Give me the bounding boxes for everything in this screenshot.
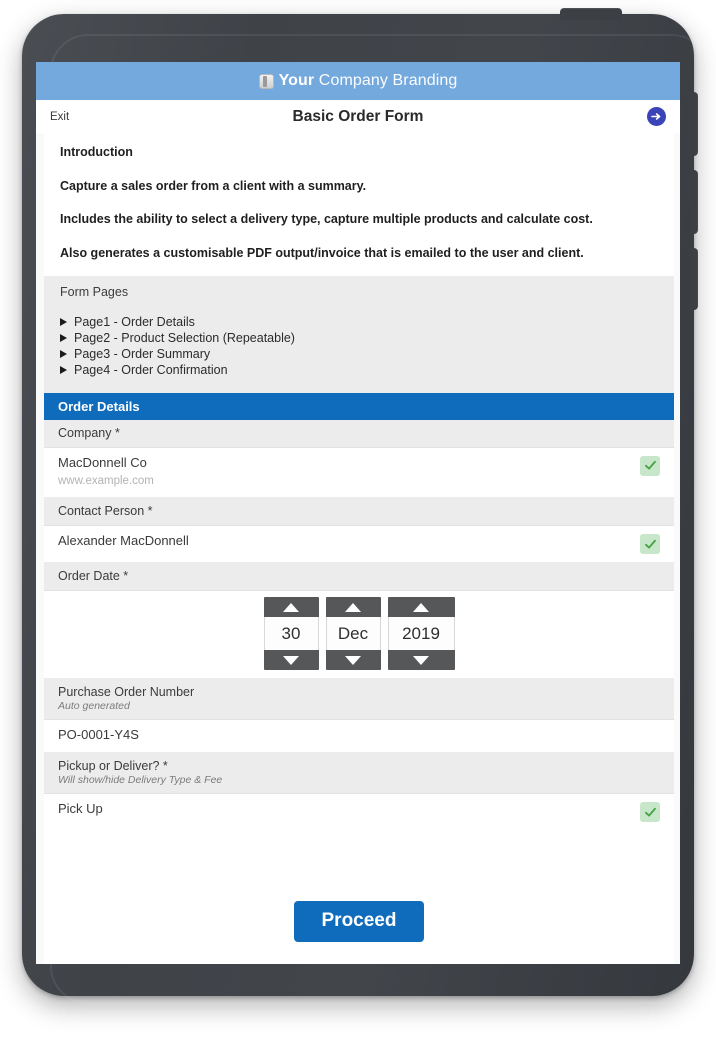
label-purchase-order-number-text: Purchase Order Number xyxy=(58,685,195,700)
form-pages-panel: Form Pages Page1 - Order Details Page2 -… xyxy=(44,275,674,393)
day-value[interactable]: 30 xyxy=(263,617,319,651)
section-header-order-details: Order Details xyxy=(44,392,674,420)
day-increment-button[interactable] xyxy=(263,597,319,618)
label-pickup-or-deliver: Pickup or Deliver? * Will show/hide Deli… xyxy=(44,753,674,795)
check-icon xyxy=(640,534,660,555)
field-pickup-value: Pick Up xyxy=(58,801,103,817)
field-contact-person[interactable]: Alexander MacDonnell xyxy=(44,526,674,564)
field-purchase-order-number[interactable]: PO-0001-Y4S xyxy=(44,720,674,754)
check-icon xyxy=(640,455,660,476)
book-logo-icon xyxy=(258,73,274,89)
form-sheet: Introduction Capture a sales order from … xyxy=(44,133,674,964)
triangle-down-icon xyxy=(345,655,361,665)
triangle-right-icon xyxy=(60,365,67,374)
power-button[interactable] xyxy=(560,8,622,20)
triangle-up-icon xyxy=(283,602,299,612)
intro-line-2: Includes the ability to select a deliver… xyxy=(60,212,593,227)
field-pickup-texts: Pick Up xyxy=(58,801,632,818)
exit-button[interactable]: Exit xyxy=(50,111,69,123)
introduction-block: Introduction Capture a sales order from … xyxy=(44,133,674,276)
proceed-button-area: Proceed xyxy=(44,889,674,943)
form-page-item-4[interactable]: Page4 - Order Confirmation xyxy=(60,363,658,377)
triangle-right-icon xyxy=(60,317,67,326)
form-page-label-2: Page2 - Product Selection (Repeatable) xyxy=(74,330,295,345)
year-stepper: 2019 xyxy=(387,597,455,671)
brand-light-text: Company Branding xyxy=(314,72,458,89)
month-stepper: Dec xyxy=(325,597,381,671)
field-company[interactable]: MacDonnell Co www.example.com xyxy=(44,447,674,499)
label-order-date: Order Date * xyxy=(44,563,674,592)
label-pickup-or-deliver-text: Pickup or Deliver? * xyxy=(58,759,168,774)
label-purchase-order-number: Purchase Order Number Auto generated xyxy=(44,679,674,721)
field-contact-person-texts: Alexander MacDonnell xyxy=(58,533,632,550)
form-page-label-3: Page3 - Order Summary xyxy=(74,346,211,361)
date-spinner-group: 30 Dec 2019 xyxy=(263,597,455,671)
triangle-right-icon xyxy=(60,333,67,342)
device-screen: Your Company Branding Exit Basic Order F… xyxy=(36,62,680,964)
form-page-item-2[interactable]: Page2 - Product Selection (Repeatable) xyxy=(60,331,658,345)
triangle-down-icon xyxy=(283,655,299,665)
month-increment-button[interactable] xyxy=(325,597,381,618)
field-pickup-or-deliver[interactable]: Pick Up xyxy=(44,794,674,890)
label-company: Company * xyxy=(44,419,674,448)
triangle-right-icon xyxy=(60,349,67,358)
brand-bar: Your Company Branding xyxy=(36,62,680,100)
field-contact-person-value: Alexander MacDonnell xyxy=(58,533,189,549)
label-order-date-text: Order Date * xyxy=(58,569,129,584)
field-company-website: www.example.com xyxy=(58,475,154,488)
device-stage: Your Company Branding Exit Basic Order F… xyxy=(0,0,716,1042)
year-increment-button[interactable] xyxy=(387,597,455,618)
form-page-label-1: Page1 - Order Details xyxy=(74,314,195,329)
scroll-gutter xyxy=(36,133,44,964)
proceed-button[interactable]: Proceed xyxy=(293,901,425,943)
brand-strong-text: Your xyxy=(278,72,315,89)
month-decrement-button[interactable] xyxy=(325,650,381,671)
day-stepper: 30 xyxy=(263,597,319,671)
form-scroll-area[interactable]: Introduction Capture a sales order from … xyxy=(36,133,680,964)
month-value[interactable]: Dec xyxy=(325,617,381,651)
triangle-down-icon xyxy=(413,655,429,665)
intro-heading: Introduction xyxy=(60,145,133,159)
form-pages-title: Form Pages xyxy=(60,284,129,299)
intro-line-1: Capture a sales order from a client with… xyxy=(60,178,367,193)
year-value[interactable]: 2019 xyxy=(387,617,455,651)
page-title: Basic Order Form xyxy=(292,107,424,125)
volume-up-button[interactable] xyxy=(689,92,698,156)
triangle-up-icon xyxy=(345,602,361,612)
form-page-item-1[interactable]: Page1 - Order Details xyxy=(60,315,658,329)
field-purchase-order-texts: PO-0001-Y4S xyxy=(58,727,660,744)
volume-down-button[interactable] xyxy=(689,170,698,234)
year-decrement-button[interactable] xyxy=(387,650,455,671)
form-page-item-3[interactable]: Page3 - Order Summary xyxy=(60,347,658,361)
check-icon xyxy=(640,802,660,823)
volume-extra-button[interactable] xyxy=(689,248,698,310)
form-title-bar: Exit Basic Order Form xyxy=(36,100,680,133)
arrow-right-circle-icon[interactable] xyxy=(647,107,666,126)
field-purchase-order-value: PO-0001-Y4S xyxy=(58,727,139,743)
triangle-up-icon xyxy=(413,602,429,612)
label-contact-person-text: Contact Person * xyxy=(58,504,153,519)
field-order-date[interactable]: 30 Dec 2019 xyxy=(44,591,674,680)
hint-pickup-or-deliver: Will show/hide Delivery Type & Fee xyxy=(58,774,223,787)
hint-purchase-order-number: Auto generated xyxy=(58,700,130,713)
brand-title: Your Company Branding xyxy=(279,72,458,90)
field-company-value: MacDonnell Co xyxy=(58,454,147,470)
day-decrement-button[interactable] xyxy=(263,650,319,671)
form-page-label-4: Page4 - Order Confirmation xyxy=(74,362,228,377)
label-company-text: Company * xyxy=(58,425,120,440)
field-company-texts: MacDonnell Co www.example.com xyxy=(58,455,632,490)
label-contact-person: Contact Person * xyxy=(44,498,674,527)
intro-line-3: Also generates a customisable PDF output… xyxy=(60,245,584,260)
